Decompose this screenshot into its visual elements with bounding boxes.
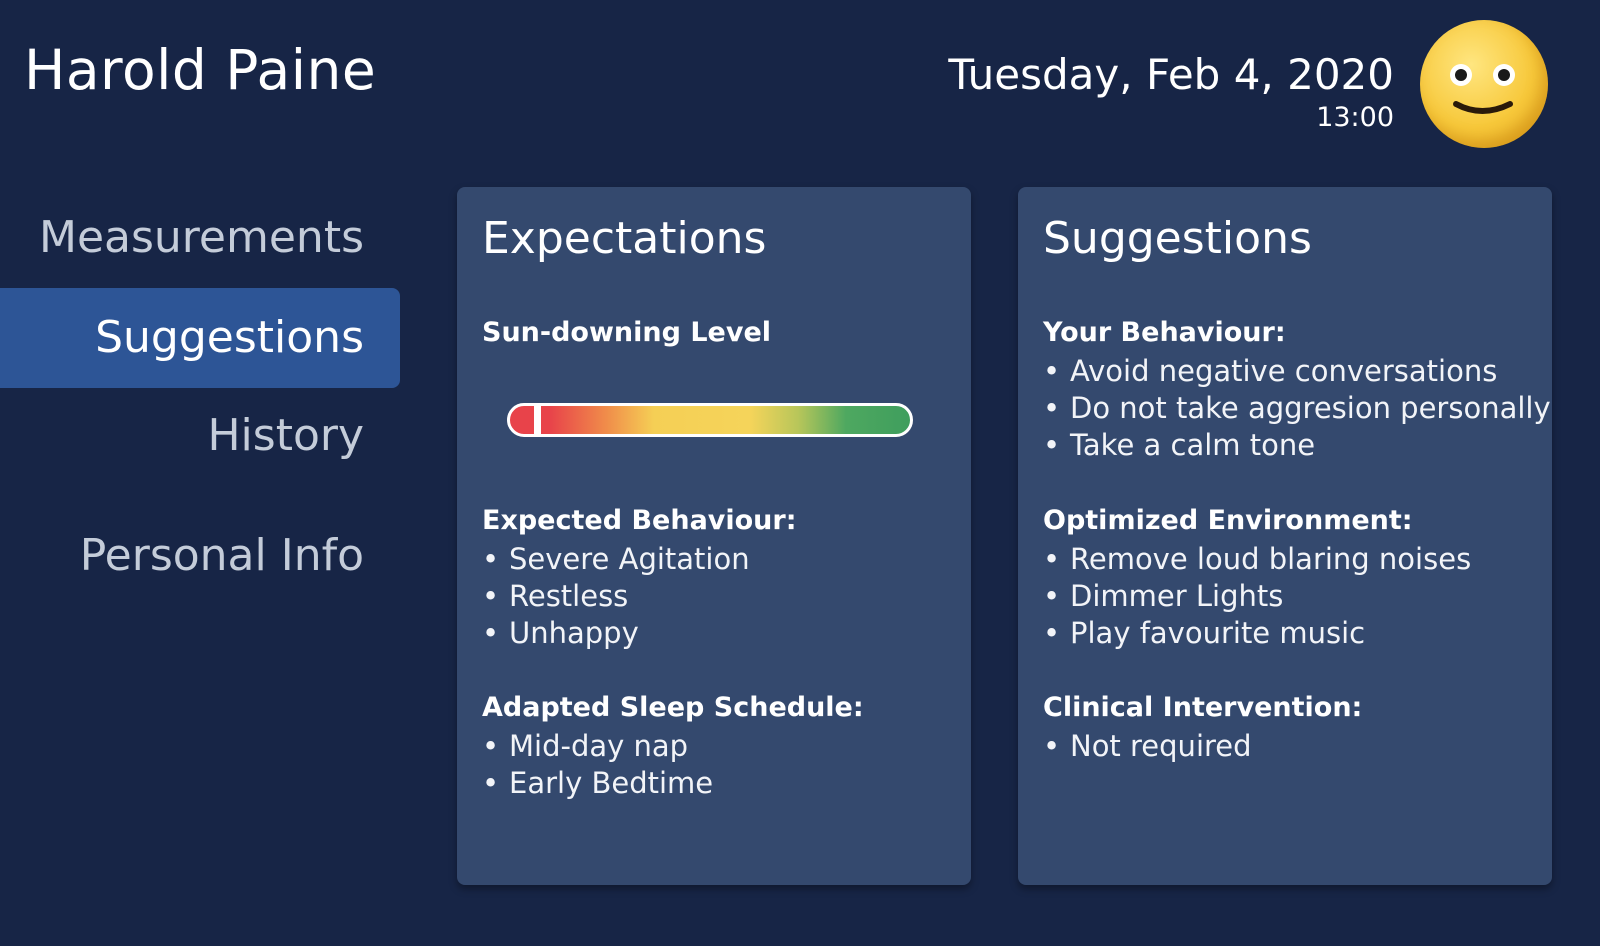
your-behaviour-label: Your Behaviour: [1043,317,1286,348]
expectations-card: Expectations Sun-downing Level Expected … [457,187,971,885]
current-date: Tuesday, Feb 4, 2020 [948,50,1394,99]
sleep-schedule-list: Mid-day nap Early Bedtime [482,728,713,802]
list-item: Dimmer Lights [1043,578,1471,615]
environment-list: Remove loud blaring noises Dimmer Lights… [1043,541,1471,652]
nav-item-personal-info[interactable]: Personal Info [0,506,400,606]
clinical-intervention-list: Not required [1043,728,1252,765]
list-item: Severe Agitation [482,541,750,578]
list-item: Remove loud blaring noises [1043,541,1471,578]
patient-name: Harold Paine [24,38,377,102]
sundowning-label: Sun-downing Level [482,317,772,348]
your-behaviour-list: Avoid negative conversations Do not take… [1043,353,1551,464]
list-item: Restless [482,578,750,615]
expected-behaviour-label: Expected Behaviour: [482,505,797,536]
list-item: Unhappy [482,615,750,652]
nav-item-measurements[interactable]: Measurements [0,188,400,288]
list-item: Avoid negative conversations [1043,353,1551,390]
list-item: Mid-day nap [482,728,713,765]
expected-behaviour-list: Severe Agitation Restless Unhappy [482,541,750,652]
nav-item-history[interactable]: History [0,386,400,486]
expectations-title: Expectations [482,213,767,264]
list-item: Early Bedtime [482,765,713,802]
current-time: 13:00 [1316,102,1394,133]
nav-item-suggestions[interactable]: Suggestions [0,288,400,388]
smiley-face-icon[interactable] [1420,20,1548,148]
list-item: Do not take aggresion personally [1043,390,1551,427]
suggestions-title: Suggestions [1043,213,1312,264]
list-item: Play favourite music [1043,615,1471,652]
sleep-schedule-label: Adapted Sleep Schedule: [482,692,864,723]
environment-label: Optimized Environment: [1043,505,1413,536]
list-item: Take a calm tone [1043,427,1551,464]
list-item: Not required [1043,728,1252,765]
suggestions-card: Suggestions Your Behaviour: Avoid negati… [1018,187,1552,885]
clinical-intervention-label: Clinical Intervention: [1043,692,1363,723]
sundowning-level-marker [534,403,541,437]
sundowning-level-bar [507,403,913,437]
